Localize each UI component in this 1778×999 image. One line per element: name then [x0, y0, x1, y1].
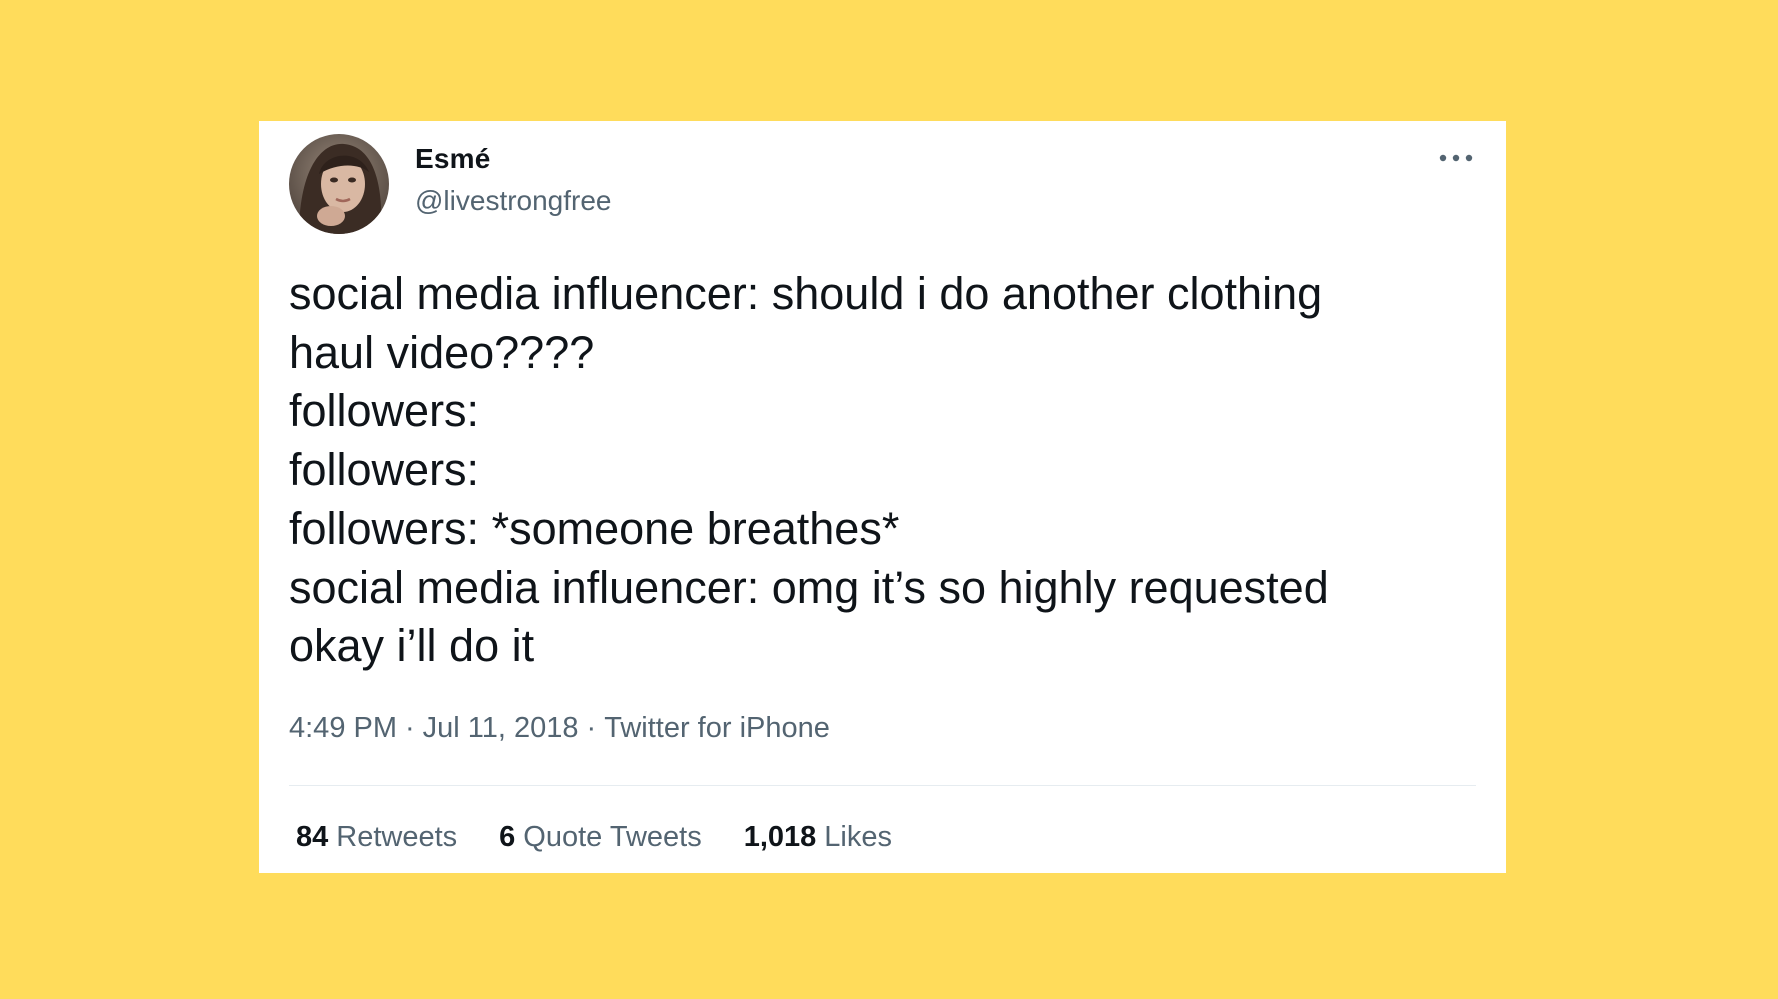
author-avatar[interactable]	[289, 134, 389, 234]
more-options-button[interactable]	[1436, 143, 1476, 173]
tweet-text-line: followers:	[289, 444, 480, 496]
tweet-text-line: social media influencer: omg it’s so hig…	[289, 561, 1329, 613]
more-horizontal-icon	[1439, 154, 1473, 162]
likes-count: 1,018	[743, 821, 817, 853]
tweet-date-link[interactable]: Jul 11, 2018	[423, 712, 579, 744]
likes-label: Likes	[824, 821, 892, 853]
tweet-time-link[interactable]: 4:49 PM	[289, 712, 397, 744]
meta-separator: ·	[586, 712, 597, 744]
author-display-name[interactable]: Esmé	[415, 143, 491, 175]
tweet-stats: 84 Retweets 6 Quote Tweets 1,018 Likes	[296, 821, 892, 854]
meta-separator: ·	[405, 712, 415, 744]
retweets-stat[interactable]: 84 Retweets	[296, 821, 457, 854]
stats-divider	[289, 785, 1476, 786]
user-avatar-photo-icon	[289, 134, 389, 234]
retweets-count: 84	[296, 821, 329, 853]
tweet-source-link[interactable]: Twitter for iPhone	[604, 712, 830, 744]
quote-tweets-stat[interactable]: 6 Quote Tweets	[499, 821, 702, 854]
tweet-text-line: followers: *someone breathes*	[289, 502, 900, 554]
quote-tweets-label: Quote Tweets	[523, 821, 702, 853]
quote-tweets-count: 6	[499, 821, 516, 853]
tweet-text-line: social media influencer: should i do ano…	[289, 268, 1323, 319]
likes-stat[interactable]: 1,018 Likes	[744, 821, 892, 854]
tweet-card: Esmé @livestrongfree social media influe…	[259, 121, 1506, 873]
tweet-text-line: haul video????	[289, 326, 595, 378]
retweets-label: Retweets	[336, 821, 458, 853]
tweet-metadata: 4:49 PM · Jul 11, 2018 · Twitter for iPhone	[289, 712, 830, 745]
author-handle[interactable]: @livestrongfree	[415, 185, 612, 217]
tweet-text-line: okay i’ll do it	[289, 620, 535, 672]
tweet-text: social media influencer: should i do ano…	[289, 265, 1479, 676]
tweet-text-line: followers:	[289, 385, 480, 437]
